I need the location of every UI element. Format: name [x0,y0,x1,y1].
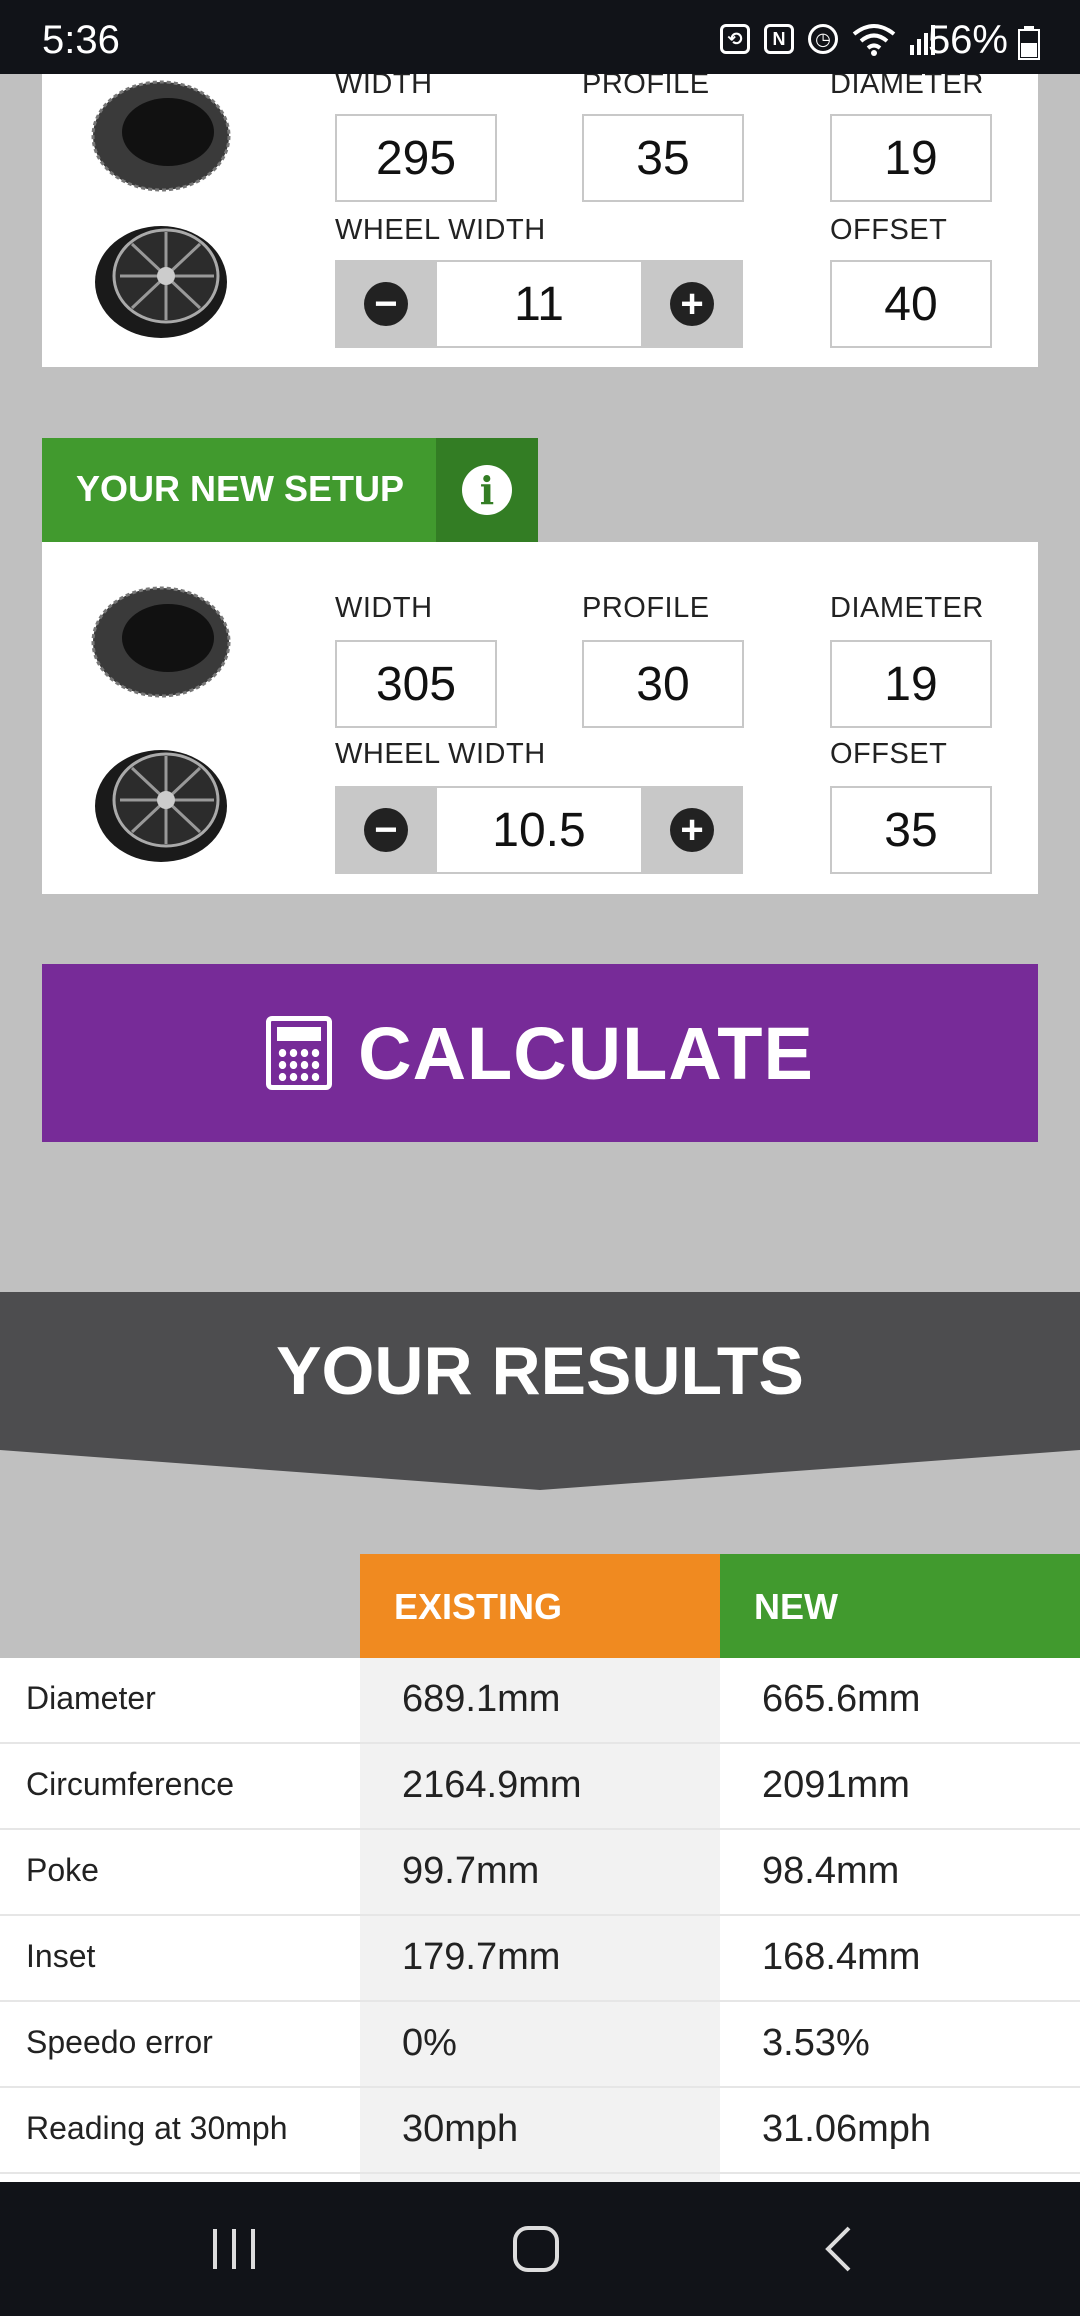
plus-icon: + [670,808,714,852]
offset-label: OFFSET [830,214,948,246]
width-field[interactable]: 295 [335,114,497,202]
wifi-icon [852,24,896,56]
table-row: Speedo error 0% 3.53% [0,2002,1080,2088]
info-button[interactable]: i [436,438,538,542]
results-banner: YOUR RESULTS [0,1292,1080,1492]
wheel-width-stepper: − 11 + [335,260,743,348]
offset-field[interactable]: 35 [830,786,992,874]
results-table: Diameter 689.1mm 665.6mm Circumference 2… [0,1658,1080,2206]
new-value: 665.6mm [762,1678,921,1720]
tyre-image [91,586,231,698]
table-row: Diameter 689.1mm 665.6mm [0,1658,1080,1744]
width-field[interactable]: 305 [335,640,497,728]
row-label: Reading at 30mph [26,2110,288,2146]
increment-button[interactable]: + [641,260,743,348]
existing-value: 179.7mm [402,1936,561,1978]
row-label: Speedo error [26,2024,213,2060]
back-icon [825,2226,851,2272]
calculate-button[interactable]: CALCULATE [42,964,1038,1142]
alarm-icon: ◷ [808,24,838,54]
minus-icon: − [364,282,408,326]
table-row: Reading at 30mph 30mph 31.06mph [0,2088,1080,2174]
new-value: 98.4mm [762,1850,900,1892]
profile-field[interactable]: 30 [582,640,744,728]
new-setup-card: WIDTH PROFILE DIAMETER 305 30 19 WHEEL W… [42,542,1038,894]
wheel-image [95,226,227,338]
offset-label: OFFSET [830,738,948,770]
wheel-width-field[interactable]: 10.5 [437,788,641,872]
profile-label: PROFILE [582,592,710,624]
status-icons: ⟲ N ◷ [720,22,940,56]
column-header-new: NEW [720,1554,1080,1658]
battery-saver-icon: ⟲ [720,24,750,54]
row-label: Diameter [26,1680,156,1716]
back-button[interactable] [738,2182,938,2316]
new-setup-header: YOUR NEW SETUP i [42,438,538,542]
existing-value: 30mph [402,2108,519,2150]
wheel-width-label: WHEEL WIDTH [335,214,546,246]
existing-value: 0% [402,2022,457,2064]
wheel-image [95,750,227,862]
decrement-button[interactable]: − [335,786,437,874]
wheel-width-field[interactable]: 11 [437,262,641,346]
diameter-field[interactable]: 19 [830,640,992,728]
new-value: 168.4mm [762,1936,921,1978]
info-icon: i [462,465,512,515]
battery-percent: 56% [927,18,1008,62]
recent-apps-icon [213,2229,255,2269]
calculator-icon [266,1016,333,1090]
status-time: 5:36 [42,18,120,62]
new-value: 2091mm [762,1764,910,1806]
increment-button[interactable]: + [641,786,743,874]
new-setup-title: YOUR NEW SETUP [76,468,405,509]
row-label: Inset [26,1938,96,1974]
diameter-field[interactable]: 19 [830,114,992,202]
row-label: Circumference [26,1766,235,1802]
existing-value: 2164.9mm [402,1764,582,1806]
decrement-button[interactable]: − [335,260,437,348]
wheel-width-label: WHEEL WIDTH [335,738,546,770]
table-row: Poke 99.7mm 98.4mm [0,1830,1080,1916]
plus-icon: + [670,282,714,326]
width-label: WIDTH [335,592,433,624]
status-bar: 5:36 ⟲ N ◷ 56% [0,0,1080,74]
navigation-bar [0,2182,1080,2316]
diameter-label: DIAMETER [830,592,984,624]
existing-value: 689.1mm [402,1678,561,1720]
wheel-width-stepper: − 10.5 + [335,786,743,874]
new-value: 3.53% [762,2022,870,2064]
column-header-existing: EXISTING [360,1554,720,1658]
tyre-image [91,80,231,192]
minus-icon: − [364,808,408,852]
existing-setup-card: WIDTH PROFILE DIAMETER 295 35 19 WHEEL W… [42,68,1038,367]
home-button[interactable] [436,2182,636,2316]
results-title: YOUR RESULTS [276,1333,804,1409]
table-row: Inset 179.7mm 168.4mm [0,1916,1080,2002]
calculate-label: CALCULATE [358,1011,814,1095]
table-row: Circumference 2164.9mm 2091mm [0,1744,1080,1830]
existing-value: 99.7mm [402,1850,540,1892]
offset-field[interactable]: 40 [830,260,992,348]
nfc-icon: N [764,24,794,54]
new-value: 31.06mph [762,2108,932,2150]
recent-apps-button[interactable] [134,2182,334,2316]
home-icon [513,2226,559,2272]
profile-field[interactable]: 35 [582,114,744,202]
row-label: Poke [26,1852,99,1888]
battery-icon [1018,26,1040,60]
